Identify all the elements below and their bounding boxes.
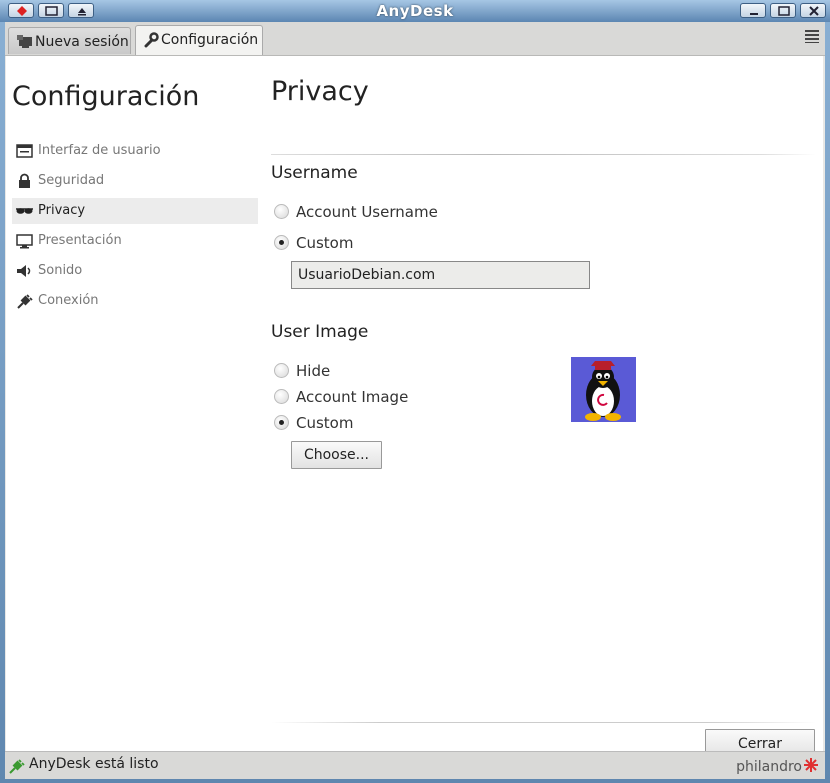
sidebar-title: Configuración: [12, 81, 200, 112]
close-window-button[interactable]: [800, 3, 826, 18]
plug-icon: [9, 759, 25, 774]
monitor-icon: [17, 35, 32, 48]
brand-logo: philandro: [736, 759, 802, 775]
sidebar-item-privacy[interactable]: Privacy: [12, 198, 258, 224]
maximize-button[interactable]: [770, 3, 796, 18]
radio-button[interactable]: [274, 235, 289, 250]
sidebar-item-interfaz[interactable]: Interfaz de usuario: [12, 136, 258, 166]
user-image-preview: [571, 357, 636, 422]
sunglasses-icon: [16, 208, 33, 214]
custom-username-input[interactable]: [291, 261, 590, 289]
radio-label: Account Image: [296, 388, 409, 406]
sidebar-item-label: Conexión: [38, 293, 99, 308]
anydesk-window: AnyDesk Nueva sesión Configuración Confi…: [0, 0, 830, 783]
monitor-icon: [16, 234, 33, 249]
tab-nueva-sesion[interactable]: Nueva sesión: [8, 27, 131, 54]
app-client-area: Nueva sesión Configuración Configuración…: [5, 22, 825, 779]
username-heading: Username: [271, 163, 358, 183]
radio-label: Custom: [296, 414, 354, 432]
radio-button[interactable]: [274, 363, 289, 378]
title-bar: AnyDesk: [0, 0, 830, 22]
sidebar-item-label: Privacy: [38, 203, 86, 218]
radio-button[interactable]: [274, 389, 289, 404]
sidebar-item-conexion[interactable]: Conexión: [12, 286, 258, 316]
status-bar: AnyDesk está listo philandro: [5, 751, 825, 779]
window-icon: [16, 144, 33, 158]
tux-debian-icon: [585, 361, 621, 421]
radio-button[interactable]: [274, 204, 289, 219]
tab-label: Configuración: [161, 32, 259, 48]
plug-icon: [17, 294, 33, 309]
sidebar-item-seguridad[interactable]: Seguridad: [12, 166, 258, 196]
sidebar-item-presentacion[interactable]: Presentación: [12, 226, 258, 256]
tab-label: Nueva sesión: [35, 34, 129, 50]
close-icon: [809, 6, 819, 16]
tab-bar: Nueva sesión Configuración: [5, 22, 825, 56]
lock-icon: [19, 173, 30, 188]
tab-configuracion[interactable]: Configuración: [135, 25, 263, 55]
sidebar-item-label: Presentación: [38, 233, 122, 248]
footer-divider: [271, 722, 816, 723]
page-title: Privacy: [271, 76, 369, 107]
user-image-heading: User Image: [271, 322, 369, 342]
sidebar-item-sonido[interactable]: Sonido: [12, 256, 258, 286]
settings-panel: Configuración Interfaz de usuario Seguri…: [6, 56, 823, 759]
radio-button[interactable]: [274, 415, 289, 430]
maximize-icon: [778, 6, 790, 16]
window-title: AnyDesk: [376, 2, 454, 20]
philandro-logo-icon: [804, 758, 818, 772]
hamburger-menu-icon[interactable]: [805, 29, 819, 43]
radio-label: Hide: [296, 362, 331, 380]
sidebar-item-label: Sonido: [38, 263, 83, 278]
radio-label: Custom: [296, 234, 354, 252]
wrench-icon: [144, 32, 159, 48]
divider: [271, 154, 816, 155]
choose-image-button[interactable]: Choose...: [291, 441, 382, 469]
speaker-icon: [17, 265, 31, 277]
minimize-icon: [750, 13, 758, 15]
sidebar-item-label: Interfaz de usuario: [38, 143, 161, 158]
settings-nav: Interfaz de usuario Seguridad Privacy Pr…: [12, 136, 258, 316]
sidebar-item-label: Seguridad: [38, 173, 105, 188]
minimize-button[interactable]: [740, 3, 766, 18]
status-text: AnyDesk está listo: [29, 756, 159, 772]
radio-label: Account Username: [296, 203, 438, 221]
